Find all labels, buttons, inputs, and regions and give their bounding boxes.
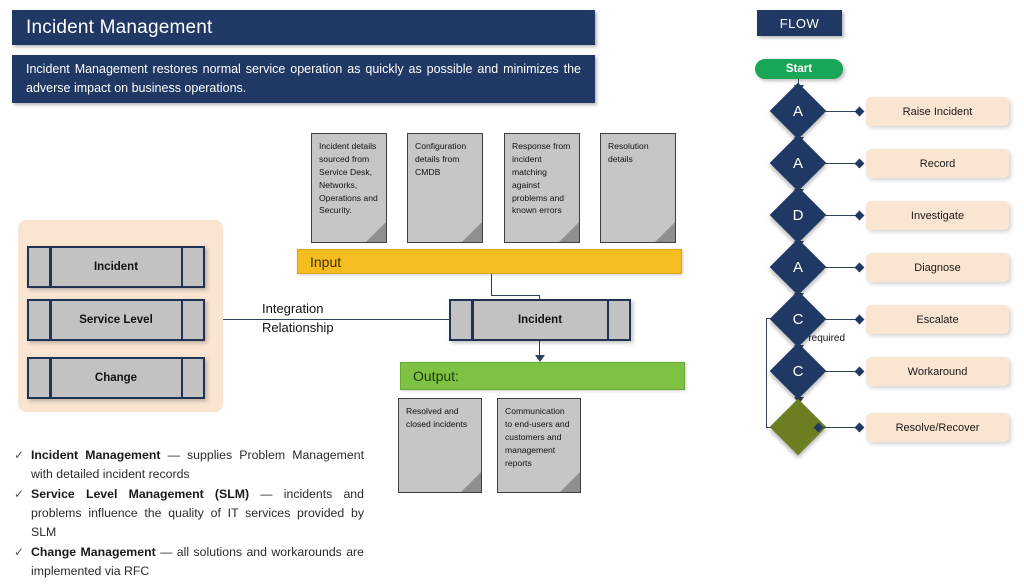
output-document-2-text: Communication to end-users and customers… — [505, 406, 570, 468]
output-document-1-text: Resolved and closed incidents — [406, 406, 468, 429]
page-fold-icon — [558, 221, 579, 242]
list-item: ✓ Incident Management — supplies Problem… — [14, 446, 364, 483]
output-bar: Output: — [400, 362, 685, 390]
page-fold-edge — [557, 242, 580, 243]
flow-start-label: Start — [785, 63, 813, 75]
related-process-incident-label: Incident — [93, 261, 139, 273]
check-icon: ✓ — [14, 487, 25, 502]
flow-box-resolve-recover-label: Resolve/Recover — [895, 421, 980, 434]
list-item-text: Service Level Management (SLM) — inciden… — [31, 485, 364, 541]
flow-connector-dot — [854, 366, 865, 377]
flow-diamond-1-code: A — [792, 102, 803, 120]
related-process-service-level: Service Level — [27, 299, 205, 341]
flow-box-workaround-label: Workaround — [907, 365, 968, 378]
flow-link-6 — [819, 371, 859, 373]
input-document-1-text: Incident details sourced from Service De… — [319, 141, 378, 216]
flow-link-5 — [819, 319, 859, 321]
related-process-incident: Incident — [27, 246, 205, 288]
flow-connector-dot — [854, 422, 865, 433]
flow-bypass-vertical — [766, 318, 768, 427]
input-document-2: Configuration details from CMDB — [407, 133, 483, 243]
flow-link-4 — [819, 267, 859, 269]
input-document-3-text: Response from incident matching against … — [512, 141, 571, 216]
flow-link-7 — [819, 427, 859, 429]
input-document-2-text: Configuration details from CMDB — [415, 141, 467, 177]
related-process-change-label: Change — [94, 372, 138, 384]
flow-box-escalate-label: Escalate — [916, 313, 959, 326]
input-document-4: Resolution details — [600, 133, 676, 243]
related-process-service-level-label: Service Level — [79, 314, 153, 326]
flow-box-diagnose[interactable]: Diagnose — [866, 253, 1009, 282]
page-fold-icon — [365, 221, 386, 242]
flow-box-record-label: Record — [919, 157, 956, 170]
flow-diamond-3-code: D — [792, 206, 804, 224]
output-bar-label: Output: — [413, 368, 459, 384]
input-document-3: Response from incident matching against … — [504, 133, 580, 243]
related-process-change: Change — [27, 357, 205, 399]
flow-box-resolve-recover[interactable]: Resolve/Recover — [866, 413, 1009, 442]
page-description: Incident Management restores normal serv… — [12, 55, 595, 103]
flow-box-workaround[interactable]: Workaround — [866, 357, 1009, 386]
input-bar-label: Input — [310, 253, 342, 270]
flow-box-raise-incident-label: Raise Incident — [902, 105, 973, 118]
flow-box-investigate[interactable]: Investigate — [866, 201, 1009, 230]
page-fold-edge — [558, 492, 581, 493]
list-item-bold: Service Level Management (SLM) — [31, 487, 250, 502]
page-title-text: Incident Management — [26, 16, 213, 38]
output-document-1: Resolved and closed incidents — [398, 398, 482, 493]
page-fold-icon — [460, 471, 481, 492]
bullet-list: ✓ Incident Management — supplies Problem… — [14, 446, 364, 583]
page-description-text: Incident Management restores normal serv… — [26, 61, 581, 95]
page-fold-icon — [461, 221, 482, 242]
flow-start-node: Start — [755, 59, 843, 79]
flow-link-1 — [819, 111, 859, 113]
list-item-bold: Change Management — [31, 545, 156, 560]
flow-title: FLOW — [757, 10, 842, 36]
flow-link-3 — [819, 215, 859, 217]
flow-box-raise-incident[interactable]: Raise Incident — [866, 97, 1009, 126]
input-document-4-text: Resolution details — [608, 141, 649, 164]
flow-connector-dot — [854, 262, 865, 273]
slide-canvas: Incident Management Incident Management … — [0, 0, 1024, 586]
page-fold-icon — [559, 471, 580, 492]
incident-process-label: Incident — [517, 314, 563, 326]
page-fold-edge — [364, 242, 387, 243]
connector-input-vertical-a — [491, 274, 493, 296]
input-document-1: Incident details sourced from Service De… — [311, 133, 387, 243]
flow-link-2 — [819, 163, 859, 165]
flow-diamond-2-code: A — [792, 154, 803, 172]
flow-diamond-5-code: C — [792, 310, 804, 328]
flow-connector-dot — [854, 314, 865, 325]
relationship-label: Integration Relationship — [262, 301, 334, 335]
flow-diamond-6-code: C — [792, 362, 804, 380]
output-document-2: Communication to end-users and customers… — [497, 398, 581, 493]
page-fold-icon — [654, 221, 675, 242]
page-fold-edge — [459, 492, 482, 493]
page-fold-edge — [460, 242, 483, 243]
input-bar: Input — [297, 249, 682, 274]
flow-diamond-4-code: A — [792, 258, 803, 276]
flow-connector-dot — [854, 106, 865, 117]
page-fold-edge — [653, 242, 676, 243]
flow-connector-dot — [854, 158, 865, 169]
flow-box-investigate-label: Investigate — [910, 209, 965, 222]
list-item-bold: Incident Management — [31, 448, 161, 462]
list-item-text: Change Management — all solutions and wo… — [31, 543, 364, 580]
flow-box-diagnose-label: Diagnose — [914, 261, 961, 274]
check-icon: ✓ — [14, 545, 25, 560]
list-item: ✓ Service Level Management (SLM) — incid… — [14, 485, 364, 541]
list-item: ✓ Change Management — all solutions and … — [14, 543, 364, 580]
flow-box-record[interactable]: Record — [866, 149, 1009, 178]
check-icon: ✓ — [14, 448, 25, 462]
flow-connector-dot — [854, 210, 865, 221]
flow-box-escalate[interactable]: Escalate — [866, 305, 1009, 334]
connector-output-arrowhead — [535, 355, 545, 362]
flow-title-text: FLOW — [779, 15, 820, 31]
connector-input-horizontal — [491, 295, 540, 297]
incident-process-shape: Incident — [449, 299, 631, 341]
page-title: Incident Management — [12, 10, 595, 45]
list-item-text: Incident Management — supplies Problem M… — [31, 446, 364, 483]
flow-diamond-7-code — [778, 407, 818, 447]
